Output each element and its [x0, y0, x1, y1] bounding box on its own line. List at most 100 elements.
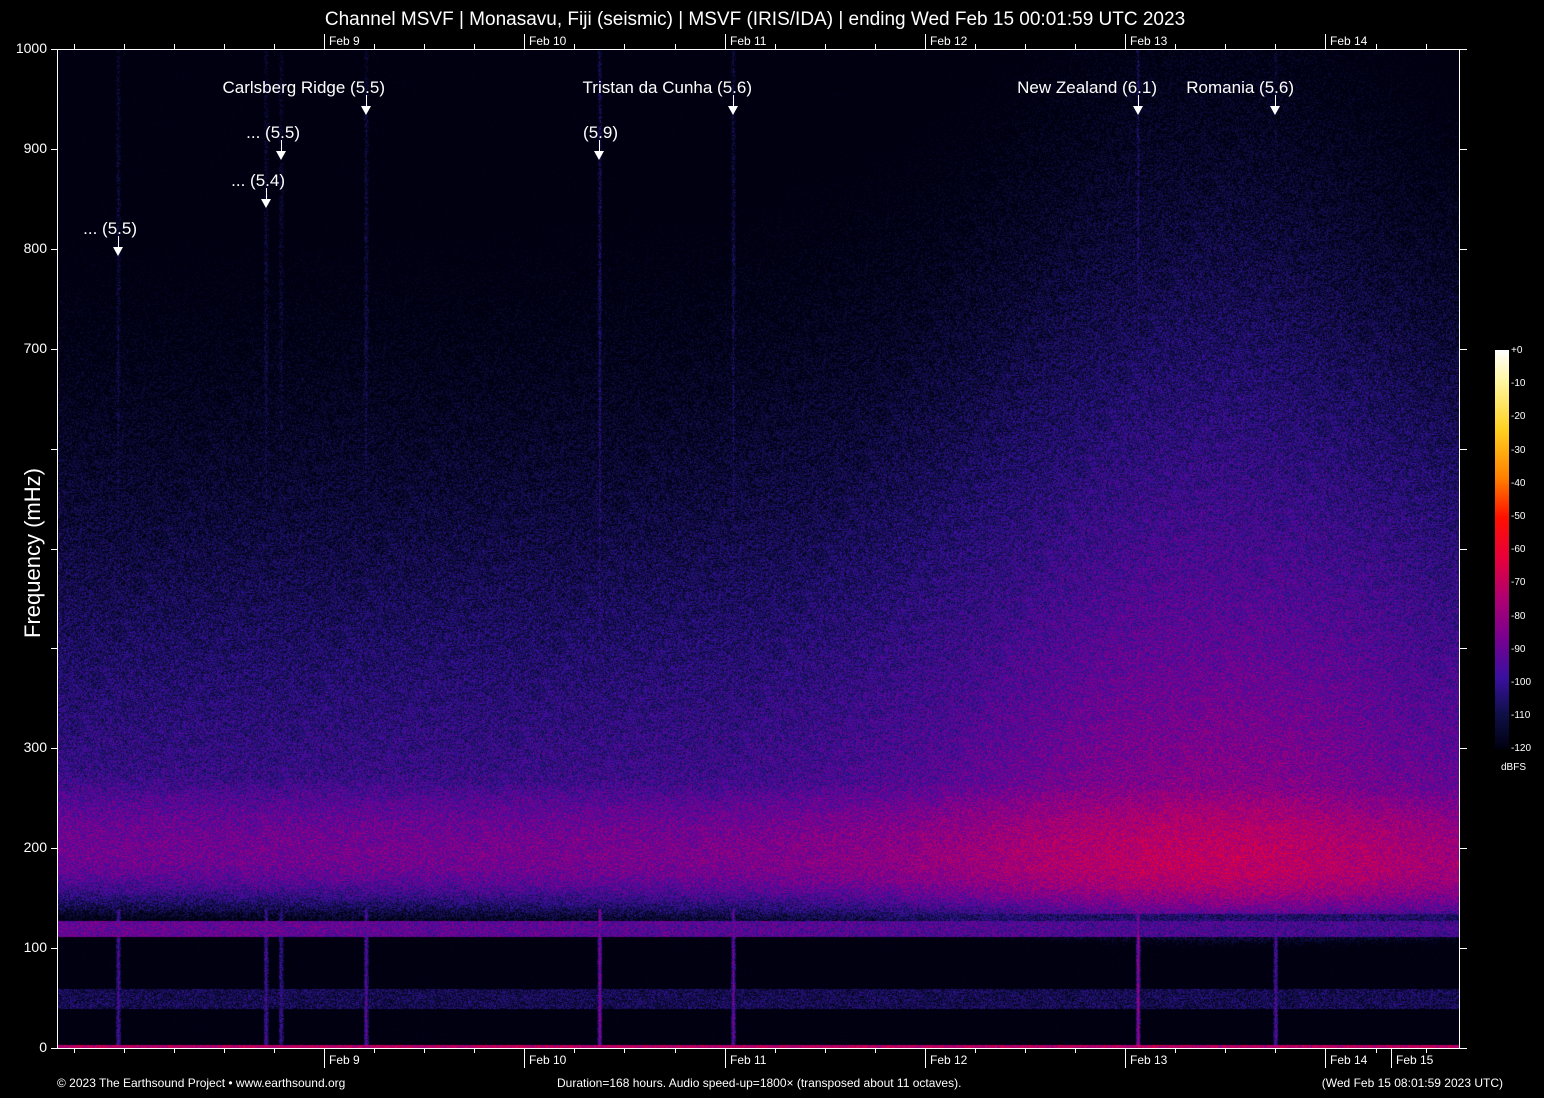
colorbar-tick-label: -10	[1511, 378, 1526, 390]
x-minor-tick-bottom	[374, 1048, 375, 1053]
x-minor-tick-top	[1175, 44, 1176, 49]
x-minor-tick-bottom	[1025, 1048, 1026, 1053]
y-tick-left	[51, 149, 57, 150]
event-arrowhead-icon	[1133, 106, 1143, 115]
x-minor-tick-bottom	[1275, 1048, 1276, 1053]
y-tick-left	[51, 1048, 57, 1049]
y-tick-right	[1459, 349, 1467, 350]
event-label: (5.9)	[583, 123, 618, 142]
x-minor-tick-top	[224, 44, 225, 49]
x-minor-tick-bottom	[224, 1048, 225, 1053]
y-tick-right	[1459, 149, 1467, 150]
x-minor-tick-top	[825, 44, 826, 49]
y-tick-label: 200	[23, 839, 47, 856]
x-minor-tick-top	[775, 44, 776, 49]
y-tick-label: 0	[39, 1039, 47, 1055]
copyright-text: © 2023 The Earthsound Project • www.eart…	[57, 1076, 346, 1090]
y-tick-left	[51, 648, 57, 649]
x-major-tick-top	[925, 34, 926, 49]
y-tick-right	[1459, 1048, 1467, 1049]
x-minor-tick-bottom	[624, 1048, 625, 1053]
x-minor-tick-top	[474, 44, 475, 49]
colorbar-tick-label: -120	[1511, 743, 1532, 755]
x-major-tick-bottom	[324, 1048, 325, 1068]
chart-title: Channel MSVF | Monasavu, Fiji (seismic) …	[324, 9, 1186, 30]
x-major-tick-bottom	[1125, 1048, 1126, 1068]
x-minor-tick-top	[1075, 44, 1076, 49]
x-minor-tick-bottom	[474, 1048, 475, 1053]
x-tick-label-bottom: Feb 12	[930, 1053, 968, 1067]
x-tick-label-bottom: Feb 14	[1330, 1053, 1368, 1067]
x-minor-tick-bottom	[124, 1048, 125, 1053]
duration-text: Duration=168 hours. Audio speed-up=1800×…	[557, 1076, 962, 1090]
colorbar-unit: dBFS	[1501, 762, 1527, 773]
colorbar-tick-label: +0	[1511, 345, 1523, 356]
event-arrowhead-icon	[728, 106, 738, 115]
y-tick-label: 800	[23, 239, 47, 256]
x-tick-label-bottom: Feb 15	[1396, 1053, 1434, 1067]
x-minor-tick-top	[1225, 44, 1226, 49]
y-tick-right	[1459, 549, 1467, 550]
event-label: New Zealand (6.1)	[1017, 78, 1157, 97]
x-minor-tick-top	[975, 44, 976, 49]
x-tick-label-top: Feb 14	[1330, 34, 1368, 48]
x-major-tick-bottom	[524, 1048, 525, 1068]
x-minor-tick-top	[424, 44, 425, 49]
y-tick-label: 1000	[15, 40, 47, 56]
x-minor-tick-top	[875, 44, 876, 49]
x-tick-label-bottom: Feb 9	[329, 1053, 360, 1067]
event-arrowhead-icon	[361, 106, 371, 115]
x-tick-label-bottom: Feb 10	[529, 1053, 567, 1067]
y-tick-right	[1459, 948, 1467, 949]
x-minor-tick-bottom	[675, 1048, 676, 1053]
colorbar-tick-label: -60	[1511, 544, 1526, 556]
timestamp-text: (Wed Feb 15 08:01:59 2023 UTC)	[1321, 1076, 1503, 1090]
colorbar-tick-label: -90	[1511, 643, 1526, 655]
x-major-tick-bottom	[1325, 1048, 1326, 1068]
y-tick-left	[51, 848, 57, 849]
x-major-tick-top	[524, 34, 525, 49]
x-minor-tick-bottom	[1376, 1048, 1377, 1053]
x-minor-tick-bottom	[174, 1048, 175, 1053]
x-minor-tick-top	[274, 44, 275, 49]
x-major-tick-bottom	[725, 1048, 726, 1068]
colorbar-tick-label: -110	[1511, 710, 1531, 722]
event-arrowhead-icon	[113, 247, 123, 256]
event-arrowhead-icon	[1270, 106, 1280, 115]
x-minor-tick-top	[174, 44, 175, 49]
x-minor-tick-bottom	[775, 1048, 776, 1053]
x-minor-tick-bottom	[1075, 1048, 1076, 1053]
x-major-tick-top	[1125, 34, 1126, 49]
y-tick-right	[1459, 49, 1467, 50]
x-major-tick-top	[324, 34, 325, 49]
x-minor-tick-top	[1275, 44, 1276, 49]
x-minor-tick-top	[675, 44, 676, 49]
colorbar	[1495, 350, 1509, 749]
event-label: Romania (5.6)	[1186, 78, 1294, 97]
event-label: ... (5.4)	[231, 171, 285, 190]
colorbar-tick-label: -40	[1511, 477, 1526, 489]
x-minor-tick-top	[374, 44, 375, 49]
x-tick-label-top: Feb 11	[730, 34, 767, 48]
event-label: ... (5.5)	[83, 219, 137, 238]
x-tick-label-top: Feb 10	[529, 34, 567, 48]
event-arrowhead-icon	[276, 151, 286, 160]
y-tick-label: 900	[23, 139, 47, 156]
x-minor-tick-bottom	[1175, 1048, 1176, 1053]
colorbar-tick-label: -80	[1511, 610, 1526, 622]
x-minor-tick-bottom	[1225, 1048, 1226, 1053]
x-minor-tick-top	[1376, 44, 1377, 49]
x-major-tick-bottom	[925, 1048, 926, 1068]
colorbar-tick-label: -20	[1511, 411, 1526, 423]
x-minor-tick-bottom	[74, 1048, 75, 1053]
y-tick-label: 300	[23, 739, 47, 756]
x-tick-label-top: Feb 9	[329, 34, 360, 48]
x-major-tick-top	[725, 34, 726, 49]
y-axis-title: Frequency (mHz)	[20, 468, 45, 638]
y-tick-left	[51, 948, 57, 949]
y-tick-right	[1459, 648, 1467, 649]
y-tick-right	[1459, 449, 1467, 450]
x-minor-tick-bottom	[574, 1048, 575, 1053]
x-minor-tick-bottom	[875, 1048, 876, 1053]
x-minor-tick-bottom	[424, 1048, 425, 1053]
